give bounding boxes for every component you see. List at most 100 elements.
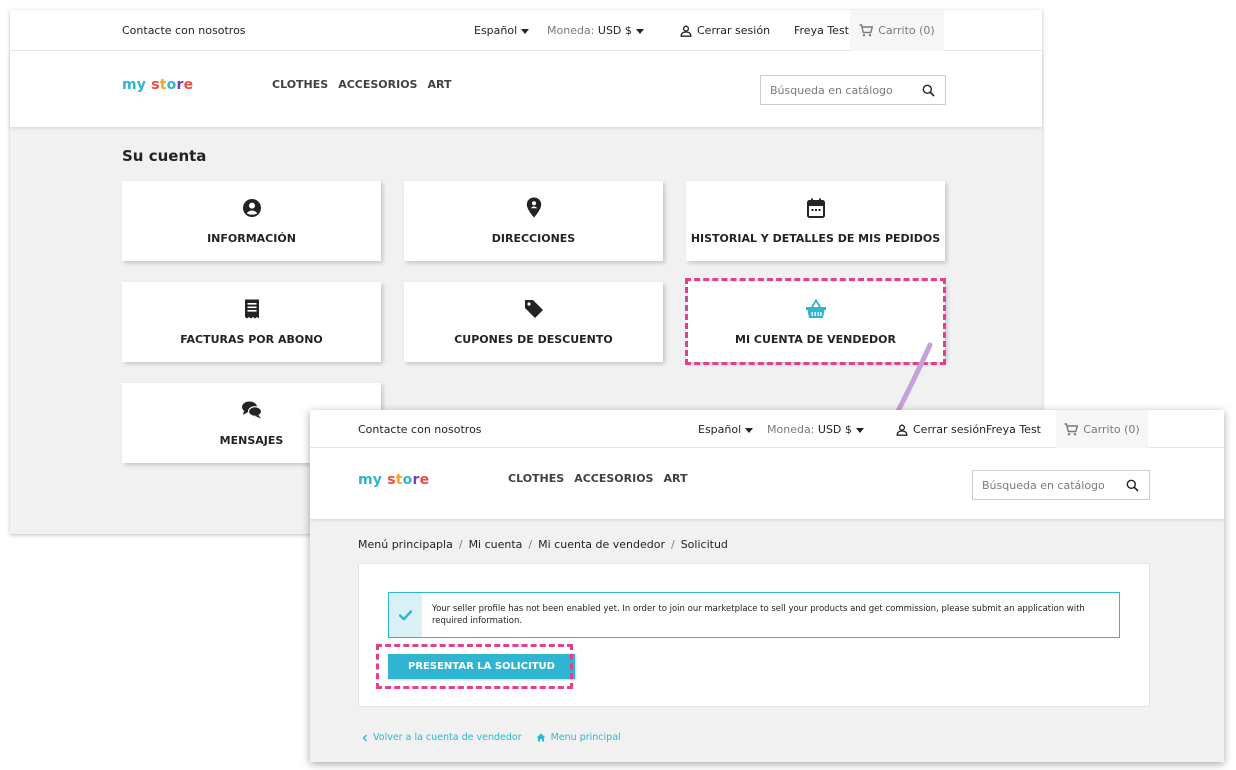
user-icon (680, 25, 692, 37)
screenshot-stage: Contacte con nosotros Español Moneda: US… (0, 0, 1236, 770)
top-bar: Contacte con nosotros Español Moneda: US… (310, 410, 1224, 448)
logout-label: Cerrar sesión (913, 423, 987, 436)
language-selector[interactable]: Español (474, 24, 530, 37)
chevron-down-icon (855, 427, 864, 433)
tile-label: CUPONES DE DESCUENTO (454, 332, 613, 346)
back-to-seller-account-link[interactable]: Volver a la cuenta de vendedor (362, 732, 522, 743)
alert-message: Your seller profile has not been enabled… (432, 604, 1085, 626)
cart-link[interactable]: Carrito (0) (1056, 410, 1148, 448)
tag-icon (524, 299, 544, 319)
top-bar: Contacte con nosotros Español Moneda: US… (10, 10, 1042, 51)
breadcrumb: Menú principapla / Mi cuenta / Mi cuenta… (358, 538, 728, 551)
search-input[interactable]: Búsqueda en catálogo (760, 75, 946, 105)
tile-label: DIRECCIONES (491, 231, 576, 245)
currency-label: Moneda: (767, 423, 815, 436)
chevron-down-icon (521, 28, 530, 34)
tile-facturas[interactable]: FACTURAS POR ABONO (122, 282, 381, 362)
tile-cupones[interactable]: CUPONES DE DESCUENTO (404, 282, 663, 362)
chevron-down-icon (745, 427, 754, 433)
currency-selector[interactable]: Moneda: USD $ (547, 24, 644, 37)
back-link-label: Volver a la cuenta de vendedor (373, 732, 522, 743)
breadcrumb-separator: / (458, 538, 463, 551)
menu-item-clothes[interactable]: CLOTHES (272, 78, 328, 91)
cart-label: Carrito (0) (1083, 422, 1140, 436)
chevron-down-icon (635, 28, 644, 34)
breadcrumb-separator: / (670, 538, 675, 551)
home-link[interactable]: Menu principal (536, 732, 621, 743)
tile-informacion[interactable]: INFORMACIÓN (122, 181, 381, 261)
currency-value: USD $ (597, 24, 632, 37)
info-alert: Your seller profile has not been enabled… (388, 592, 1120, 638)
search-input[interactable]: Búsqueda en catálogo (972, 470, 1150, 500)
logo-letter-e: e (183, 77, 194, 93)
logo-letter-r: r (412, 472, 420, 488)
search-icon[interactable] (922, 84, 935, 97)
location-pin-icon (526, 197, 542, 218)
menu-item-clothes[interactable]: CLOTHES (508, 472, 564, 485)
store-logo[interactable]: my store (358, 472, 429, 488)
cart-icon (859, 24, 874, 37)
language-selector[interactable]: Español (698, 423, 754, 436)
home-icon (536, 733, 546, 742)
tile-label: FACTURAS POR ABONO (180, 332, 323, 346)
logo-letter-e: e (419, 472, 430, 488)
breadcrumb-item-account[interactable]: Mi cuenta (469, 538, 523, 551)
breadcrumb-separator: / (528, 538, 533, 551)
user-name-link[interactable]: Freya Test (794, 24, 849, 37)
page-title: Su cuenta (122, 147, 207, 165)
user-icon (896, 424, 908, 436)
search-placeholder: Búsqueda en catálogo (982, 478, 1105, 492)
logout-link[interactable]: Cerrar sesión (896, 423, 986, 436)
chat-bubbles-icon (241, 400, 263, 420)
logout-link[interactable]: Cerrar sesión (680, 24, 770, 37)
cart-link[interactable]: Carrito (0) (850, 10, 944, 51)
calendar-icon (806, 198, 825, 218)
logo-text-my: my (122, 77, 147, 93)
tile-label: HISTORIAL Y DETALLES DE MIS PEDIDOS (690, 231, 941, 245)
cart-label: Carrito (0) (878, 24, 935, 37)
logo-text-my: my (358, 472, 383, 488)
user-name-link[interactable]: Freya Test (986, 423, 1041, 436)
tile-label: INFORMACIÓN (207, 231, 296, 245)
highlight-submit-button (376, 644, 573, 689)
logo-letter-t: t (395, 472, 403, 488)
breadcrumb-item-home[interactable]: Menú principapla (358, 538, 453, 551)
currency-label: Moneda: (547, 24, 595, 37)
logo-letter-o: o (166, 77, 177, 93)
breadcrumb-item-seller-account[interactable]: Mi cuenta de vendedor (538, 538, 665, 551)
menu-item-art[interactable]: ART (663, 472, 687, 485)
language-label: Español (698, 423, 742, 436)
receipt-icon (244, 299, 260, 319)
logo-letter-o: o (402, 472, 413, 488)
logo-letter-s: s (387, 472, 396, 488)
contact-link[interactable]: Contacte con nosotros (122, 24, 246, 37)
search-icon[interactable] (1126, 479, 1139, 492)
contact-link[interactable]: Contacte con nosotros (358, 423, 482, 436)
store-logo[interactable]: my store (122, 77, 193, 93)
currency-value: USD $ (817, 423, 852, 436)
logo-letter-t: t (159, 77, 167, 93)
menu-item-accesorios[interactable]: ACCESORIOS (338, 78, 417, 91)
header: my store CLOTHES ACCESORIOS ART Búsqueda… (10, 51, 1042, 127)
menu-item-art[interactable]: ART (427, 78, 451, 91)
home-link-label: Menu principal (550, 732, 621, 743)
main-menu: CLOTHES ACCESORIOS ART (272, 78, 451, 91)
user-circle-icon (242, 198, 262, 218)
tile-label: MENSAJES (219, 433, 284, 447)
header: my store CLOTHES ACCESORIOS ART Búsqueda… (310, 448, 1224, 519)
tile-historial[interactable]: HISTORIAL Y DETALLES DE MIS PEDIDOS (686, 181, 945, 261)
footer-links: Volver a la cuenta de vendedor Menu prin… (362, 732, 621, 743)
seller-application-window: Contacte con nosotros Español Moneda: US… (310, 410, 1224, 762)
chevron-left-icon (362, 734, 367, 741)
logo-letter-s: s (151, 77, 160, 93)
logo-letter-r: r (176, 77, 184, 93)
language-label: Español (474, 24, 518, 37)
check-icon (389, 593, 422, 637)
main-menu: CLOTHES ACCESORIOS ART (508, 472, 687, 485)
tile-direcciones[interactable]: DIRECCIONES (404, 181, 663, 261)
breadcrumb-item-current: Solicitud (680, 538, 728, 551)
currency-selector[interactable]: Moneda: USD $ (767, 423, 864, 436)
search-placeholder: Búsqueda en catálogo (770, 83, 893, 97)
menu-item-accesorios[interactable]: ACCESORIOS (574, 472, 653, 485)
logout-label: Cerrar sesión (697, 24, 771, 37)
